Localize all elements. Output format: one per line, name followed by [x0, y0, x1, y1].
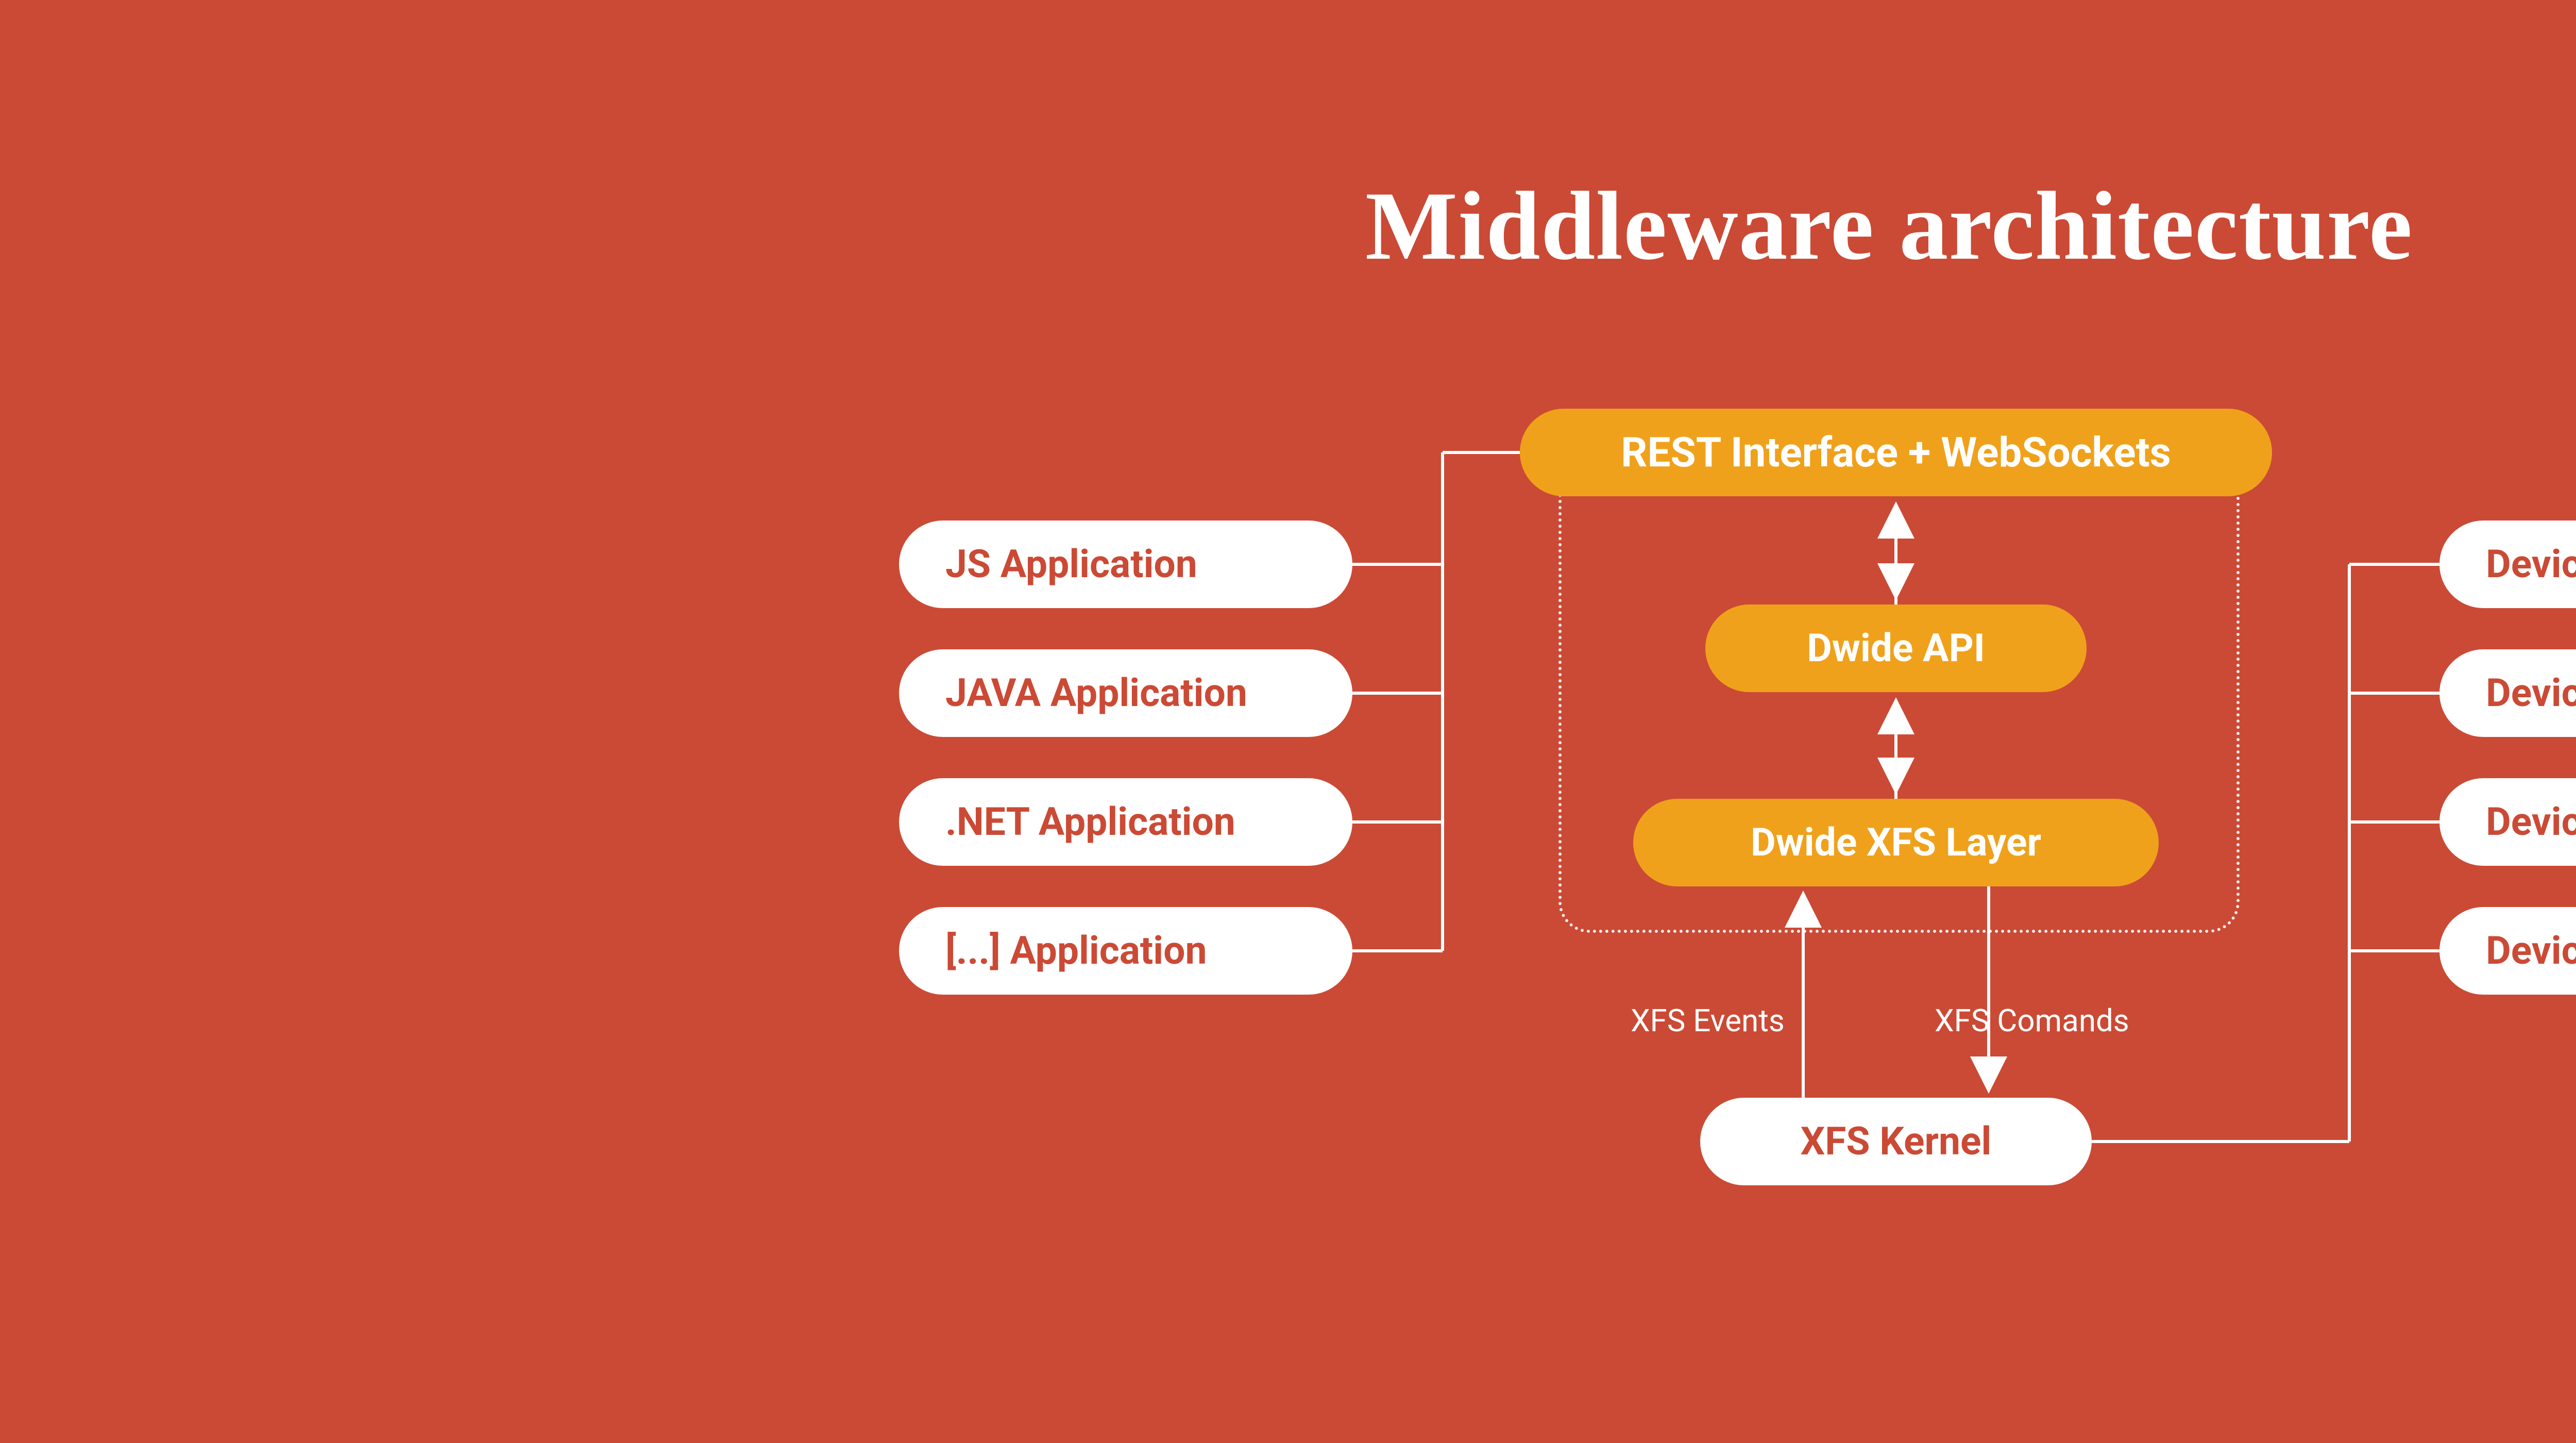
right-device-0: Device A [2439, 521, 2576, 608]
diagram-title: Middleware architecture [1365, 170, 2413, 282]
right-device-1: Device B [2439, 649, 2576, 737]
dwide-api-box: Dwide API [1705, 605, 2087, 692]
left-app-2: .NET Application [899, 778, 1352, 866]
xfs-commands-label: XFS Comands [1935, 1002, 2129, 1039]
rest-interface-box: REST Interface + WebSockets [1520, 409, 2272, 496]
xfs-kernel-box: XFS Kernel [1700, 1098, 2092, 1185]
dwide-xfs-layer-box: Dwide XFS Layer [1633, 799, 2159, 886]
xfs-events-label: XFS Events [1631, 1002, 1785, 1039]
left-app-1: JAVA Application [899, 649, 1352, 737]
left-app-3: [...] Application [899, 907, 1352, 995]
left-app-0: JS Application [899, 521, 1352, 608]
right-device-2: Device C [2439, 778, 2576, 866]
right-device-3: Device [...] [2439, 907, 2576, 995]
